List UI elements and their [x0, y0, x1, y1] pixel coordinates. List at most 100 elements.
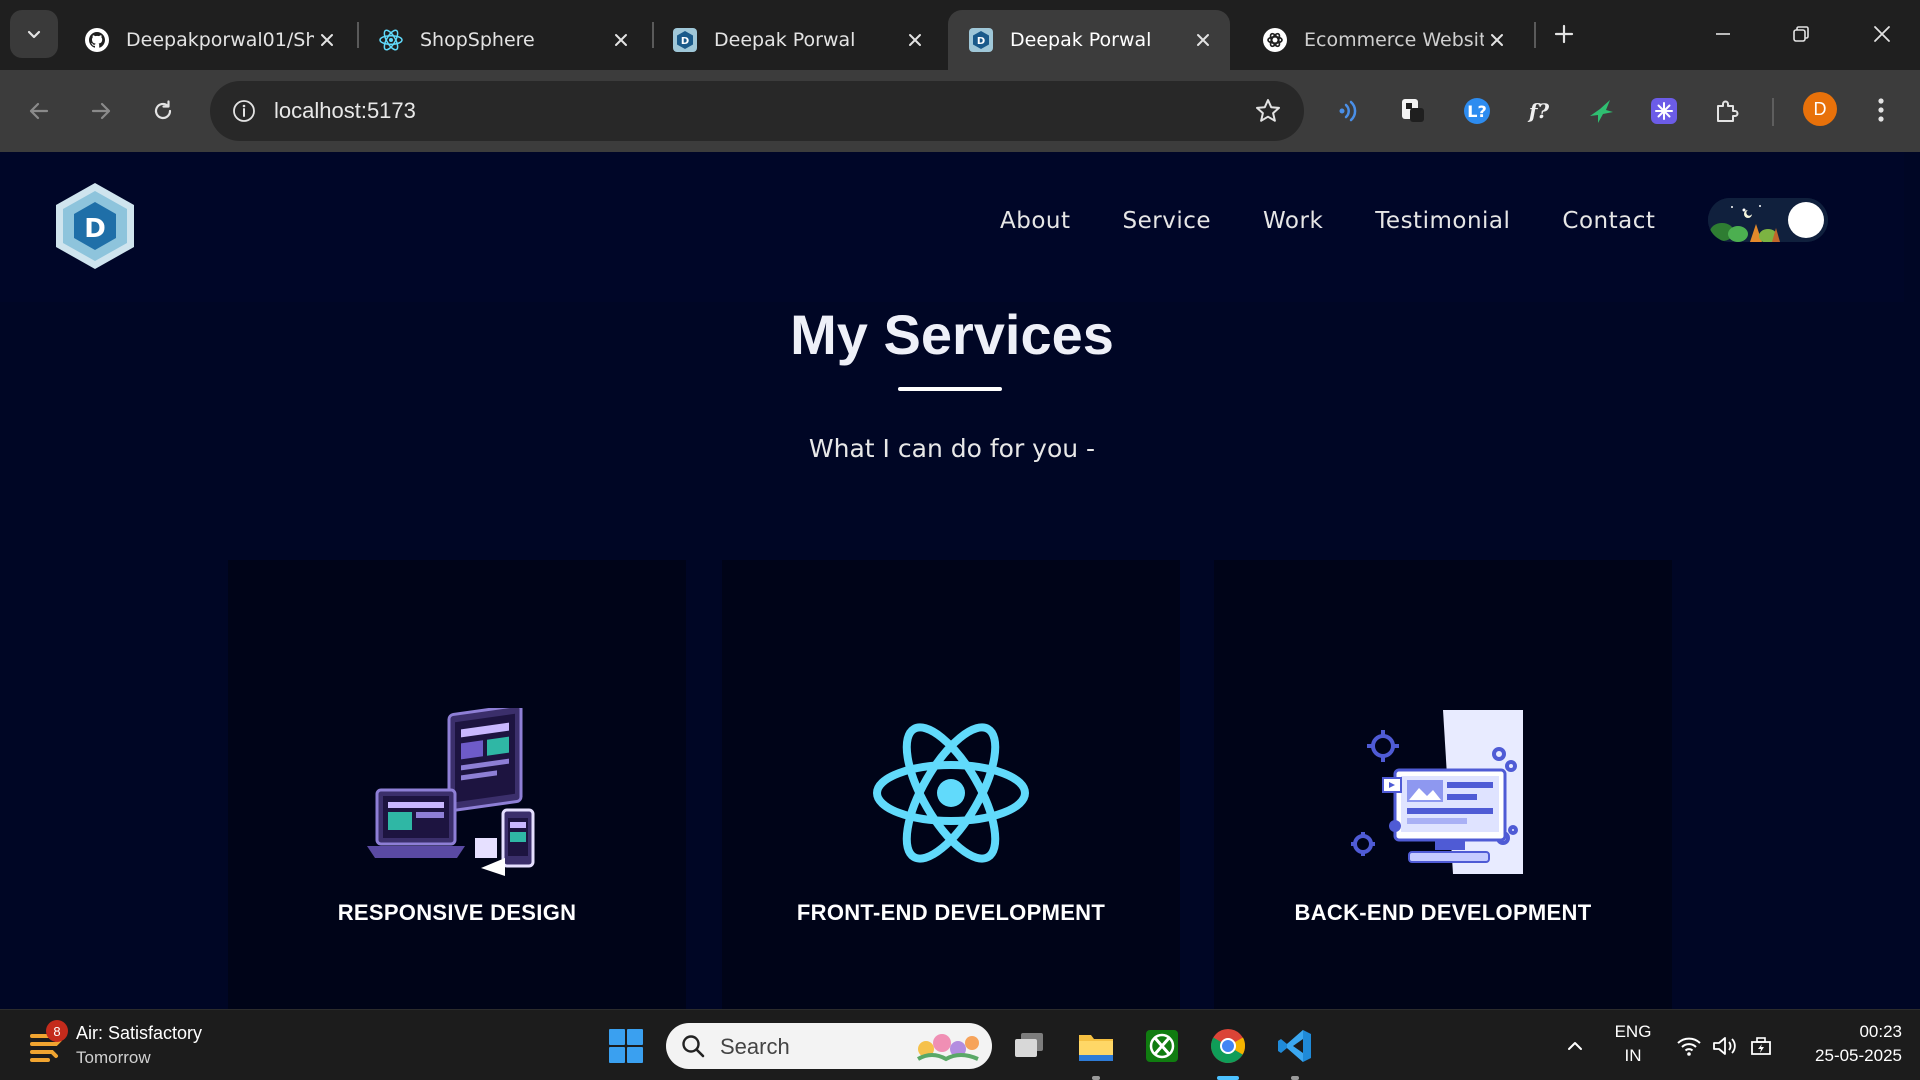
address-bar[interactable]: localhost:5173	[210, 81, 1304, 141]
close-icon[interactable]	[1484, 27, 1510, 53]
tab-title: Ecommerce Website	[1304, 29, 1484, 51]
extension-lingq-icon[interactable]: L?	[1456, 90, 1498, 132]
plus-icon	[1554, 24, 1574, 44]
portfolio-logo-icon: D	[672, 27, 698, 53]
browser-tab-portfolio-active[interactable]: D Deepak Porwal	[948, 10, 1230, 70]
svg-text:f?: f?	[1527, 99, 1550, 123]
browser-toolbar: localhost:5173 L? f?	[0, 70, 1920, 152]
site-navbar: D About Service Work Testimonial Contact	[0, 152, 1904, 302]
close-icon[interactable]	[314, 27, 340, 53]
service-card-frontend[interactable]: FRONT-END DEVELOPMENT	[722, 560, 1180, 1009]
extension-read-aloud-icon[interactable]	[1328, 90, 1370, 132]
close-icon[interactable]	[1190, 27, 1216, 53]
site-info-icon[interactable]	[224, 91, 264, 131]
arrow-right-icon	[91, 102, 111, 120]
section-subtitle: What I can do for you -	[808, 434, 1096, 463]
tab-search-button[interactable]	[10, 10, 58, 58]
start-button[interactable]	[603, 1023, 649, 1069]
chrome-icon[interactable]	[1205, 1023, 1251, 1069]
vscode-icon[interactable]	[1272, 1023, 1318, 1069]
tray-overflow-chevron-icon[interactable]	[1552, 1023, 1598, 1069]
arrow-left-icon	[29, 102, 49, 120]
weather-title[interactable]: Air: Satisfactory	[76, 1023, 202, 1044]
card-title: FRONT-END DEVELOPMENT	[796, 900, 1106, 925]
service-card-responsive[interactable]: RESPONSIVE DESIGN	[228, 560, 686, 1009]
nav-link-work[interactable]: Work	[1263, 208, 1323, 234]
tab-title: Deepakporwal01/Sh	[126, 29, 314, 51]
close-icon[interactable]	[902, 27, 928, 53]
close-icon[interactable]	[608, 27, 634, 53]
browser-tab-shopsphere[interactable]: ShopSphere	[358, 10, 648, 70]
card-title: RESPONSIVE DESIGN	[337, 900, 577, 925]
tab-separator	[1534, 22, 1536, 48]
browser-tab-portfolio[interactable]: D Deepak Porwal	[652, 10, 942, 70]
tab-title: ShopSphere	[420, 29, 535, 51]
tab-title: Deepak Porwal	[714, 29, 856, 51]
nav-link-about[interactable]: About	[1000, 208, 1071, 234]
weather-subtitle[interactable]: Tomorrow	[76, 1048, 151, 1068]
restore-icon	[1793, 26, 1809, 42]
portfolio-logo-icon: D	[968, 27, 994, 53]
file-explorer-icon[interactable]	[1073, 1023, 1119, 1069]
devices-icon	[367, 708, 535, 876]
site-logo[interactable]: D	[50, 180, 140, 270]
taskbar-search-box[interactable]: Search	[666, 1023, 992, 1069]
search-placeholder: Search	[720, 1034, 790, 1059]
extension-tab-manager-icon[interactable]	[1392, 90, 1434, 132]
browser-menu-icon[interactable]	[1866, 92, 1896, 128]
chatgpt-icon	[1262, 27, 1288, 53]
svg-text:D: D	[84, 214, 106, 244]
clock-time[interactable]: 00:23	[1792, 1022, 1902, 1042]
extension-hummingbird-icon[interactable]	[1580, 90, 1622, 132]
new-tab-button[interactable]	[1548, 18, 1580, 50]
react-icon	[378, 27, 404, 53]
svg-text:D: D	[977, 36, 985, 47]
extensions-puzzle-icon[interactable]	[1706, 90, 1748, 132]
page-scrollbar[interactable]	[1904, 152, 1920, 1009]
minimize-button[interactable]	[1703, 14, 1743, 54]
forward-button[interactable]	[80, 90, 122, 132]
language-code[interactable]: ENG	[1608, 1022, 1658, 1042]
service-card-backend[interactable]: BACK-END DEVELOPMENT	[1214, 560, 1672, 1009]
profile-avatar[interactable]: D	[1803, 92, 1837, 126]
bookmark-star-icon[interactable]	[1250, 93, 1286, 129]
url-text: localhost:5173	[274, 98, 416, 123]
browser-tab-github[interactable]: Deepakporwal01/Sh	[64, 10, 354, 70]
flowers-icon	[917, 1034, 979, 1062]
language-region[interactable]: IN	[1608, 1046, 1658, 1066]
back-button[interactable]	[18, 90, 60, 132]
backend-monitor-icon	[1351, 710, 1523, 874]
task-view-icon[interactable]	[1006, 1023, 1052, 1069]
clock-date[interactable]: 25-05-2025	[1792, 1046, 1902, 1066]
toolbar-separator	[1772, 98, 1774, 126]
nav-link-testimonial[interactable]: Testimonial	[1375, 208, 1510, 234]
card-title: BACK-END DEVELOPMENT	[1294, 900, 1592, 925]
battery-charging-icon[interactable]	[1738, 1023, 1784, 1069]
windows-taskbar: 8 Air: Satisfactory Tomorrow Search ENG …	[0, 1009, 1920, 1080]
theme-toggle[interactable]	[1708, 198, 1828, 242]
app-running-indicator	[1092, 1076, 1100, 1080]
svg-text:D: D	[681, 36, 689, 47]
close-window-button[interactable]	[1862, 14, 1902, 54]
restore-button[interactable]	[1781, 14, 1821, 54]
svg-text:L?: L?	[1467, 102, 1486, 121]
reload-button[interactable]	[142, 90, 184, 132]
extension-perplexity-icon[interactable]	[1643, 90, 1685, 132]
browser-tab-ecommerce[interactable]: Ecommerce Website	[1242, 10, 1524, 70]
web-page: D About Service Work Testimonial Contact	[0, 152, 1904, 1009]
search-icon	[682, 1035, 705, 1058]
title-underline	[898, 387, 1002, 391]
notification-badge: 8	[46, 1020, 68, 1042]
app-active-indicator	[1217, 1076, 1239, 1080]
github-icon	[84, 27, 110, 53]
nav-link-contact[interactable]: Contact	[1562, 208, 1655, 234]
minimize-icon	[1716, 33, 1730, 35]
extension-whatfont-icon[interactable]: f?	[1518, 90, 1560, 132]
reload-icon	[154, 100, 172, 120]
xbox-icon[interactable]	[1139, 1023, 1185, 1069]
tab-title: Deepak Porwal	[1010, 29, 1152, 51]
nav-link-service[interactable]: Service	[1123, 208, 1212, 234]
app-running-indicator	[1291, 1076, 1299, 1080]
react-atom-icon	[873, 723, 1029, 863]
windows-logo-icon	[609, 1029, 643, 1063]
